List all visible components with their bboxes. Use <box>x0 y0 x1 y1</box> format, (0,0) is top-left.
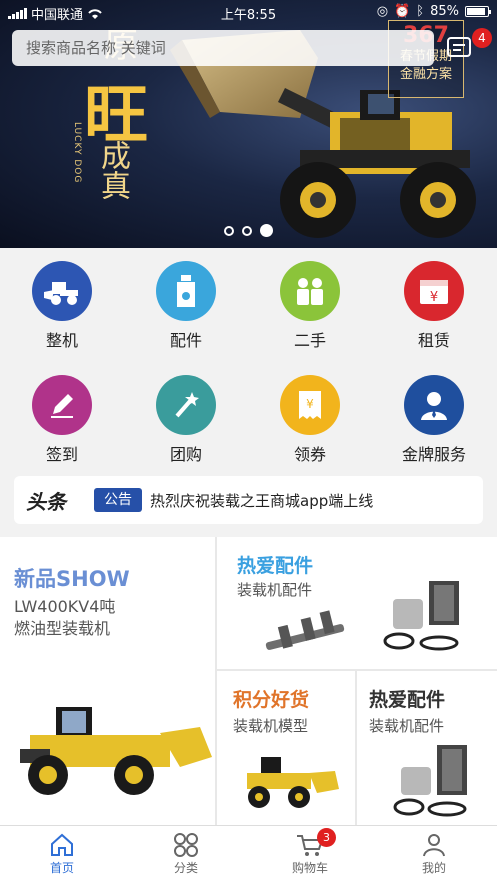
tab-label: 首页 <box>49 861 74 875</box>
loader-icon <box>32 261 92 321</box>
pencil-icon <box>32 375 92 435</box>
banner-slogan-en: LUCKY DOG <box>72 122 82 184</box>
handshake-icon <box>280 261 340 321</box>
category-item-group-buy[interactable]: 团购 <box>124 362 248 472</box>
love-parts-sub: 装载机配件 <box>369 717 445 735</box>
product-showcase: 新品SHOW LW400KV4吨 燃油型装载机 热爱配件 装载机配件 积分好货 … <box>0 537 497 825</box>
tab-home[interactable]: 首页 <box>0 826 124 883</box>
oil-bottle-icon <box>156 261 216 321</box>
announcement-tag: 公告 <box>94 488 142 512</box>
tab-profile[interactable]: 我的 <box>372 826 496 883</box>
service-person-icon <box>404 375 464 435</box>
home-icon <box>51 833 73 856</box>
category-item-parts[interactable]: 配件 <box>124 248 248 358</box>
category-label: 整机 <box>45 331 78 350</box>
category-label: 二手 <box>293 331 326 350</box>
hot-parts-title: 热爱配件 <box>237 555 314 577</box>
tab-categories[interactable]: 分类 <box>124 826 248 883</box>
category-item-whole-machine[interactable]: 整机 <box>0 248 124 358</box>
category-label: 签到 <box>45 445 78 464</box>
new-product-desc: 燃油型装载机 <box>14 619 111 638</box>
loader-image <box>20 707 212 795</box>
bluetooth-icon: ᛒ <box>416 4 425 19</box>
cart-badge: 3 <box>317 828 336 847</box>
new-product-title: 新品SHOW <box>14 567 130 591</box>
category-item-coupons[interactable]: ¥ 领券 <box>248 362 372 472</box>
piston-image <box>393 745 467 817</box>
promo-line-2: 金融方案 <box>399 67 452 82</box>
category-label: 领券 <box>293 445 326 464</box>
banner-dot[interactable] <box>224 225 234 236</box>
tab-label: 购物车 <box>291 861 328 875</box>
orientation-lock-icon: ◎ <box>376 4 389 19</box>
category-item-used[interactable]: 二手 <box>248 248 372 358</box>
category-label: 配件 <box>169 331 202 350</box>
new-product-card[interactable]: 新品SHOW LW400KV4吨 燃油型装载机 <box>0 537 215 825</box>
category-label: 团购 <box>169 445 202 464</box>
banner-pagination[interactable] <box>224 224 273 237</box>
alarm-icon: ⏰ <box>394 4 411 19</box>
piston-image <box>383 581 459 651</box>
hot-parts-sub: 装载机配件 <box>237 581 313 599</box>
status-bar: 中国联通 上午8:55 ◎ ⏰ ᛒ 85% <box>0 0 497 24</box>
category-item-checkin[interactable]: 签到 <box>0 362 124 472</box>
user-icon <box>423 834 445 857</box>
new-product-model: LW400KV4吨 <box>14 597 116 616</box>
category-item-rental[interactable]: ¥ 租赁 <box>372 248 496 358</box>
message-icon[interactable] <box>446 36 472 60</box>
svg-text:¥: ¥ <box>306 397 314 411</box>
battery-icon <box>465 6 491 17</box>
points-goods-card[interactable]: 积分好货 装载机模型 <box>217 671 355 825</box>
tab-label: 分类 <box>173 861 198 875</box>
magic-wand-icon <box>156 375 216 435</box>
banner-dot[interactable] <box>242 225 252 236</box>
announcement-text[interactable]: 热烈庆祝装载之王商城app端上线 <box>150 490 373 511</box>
message-badge: 4 <box>472 28 492 48</box>
category-grid: 整机 配件 二手 ¥ 租赁 签到 团购 ¥ 领券 金牌服务 <box>0 248 497 470</box>
svg-text:¥: ¥ <box>430 290 438 305</box>
headline-logo: 头条 <box>26 490 66 514</box>
battery-label: 85% <box>430 4 459 19</box>
crankshaft-image <box>265 610 345 650</box>
bottom-tab-bar: 首页 分类 3 购物车 我的 <box>0 825 497 883</box>
calendar-yen-icon: ¥ <box>404 261 464 321</box>
coupon-yen-icon: ¥ <box>280 375 340 435</box>
banner-slogan-bottom: 成真 <box>95 140 130 200</box>
category-icon <box>174 833 198 857</box>
love-parts-title: 热爱配件 <box>369 689 446 711</box>
love-parts-card[interactable]: 热爱配件 装载机配件 <box>357 671 497 825</box>
hot-parts-card[interactable]: 热爱配件 装载机配件 <box>217 537 497 669</box>
tab-label: 我的 <box>421 861 446 875</box>
news-ticker[interactable]: 头条 公告 热烈庆祝装载之王商城app端上线 <box>14 476 483 524</box>
banner-dot-active[interactable] <box>260 224 273 237</box>
category-label: 租赁 <box>417 331 450 350</box>
points-goods-title: 积分好货 <box>233 689 310 711</box>
tab-cart[interactable]: 3 购物车 <box>248 826 372 883</box>
loader-model-image <box>247 757 339 808</box>
points-goods-sub: 装载机模型 <box>233 717 309 735</box>
category-label: 金牌服务 <box>401 445 466 464</box>
search-input[interactable]: 搜索商品名称 关键词 <box>12 30 434 66</box>
category-item-gold-service[interactable]: 金牌服务 <box>372 362 496 472</box>
